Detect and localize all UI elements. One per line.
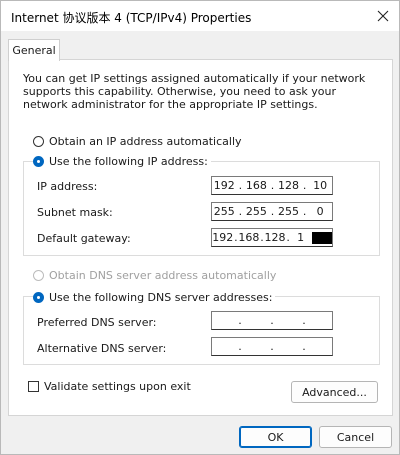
octet: 192 [212,231,234,244]
octet: 192 [213,179,235,192]
validate-label: Validate settings upon exit [44,380,191,393]
ip-address-label: IP address: [37,180,98,193]
intro-text: You can get IP settings assigned automat… [23,72,366,111]
close-button[interactable] [367,1,399,31]
ip-manual-label: Use the following IP address: [49,155,208,168]
dns-manual-label: Use the following DNS server addresses: [49,291,273,304]
radio-dot [33,156,44,167]
octet: 255 [213,205,235,218]
radio-dot [33,292,44,303]
octet: 255 [245,205,267,218]
validate-checkbox[interactable]: Validate settings upon exit [28,380,191,393]
octet: 255 [278,205,300,218]
close-icon [377,10,389,22]
octet: 10 [313,179,328,192]
radio-dot [33,136,44,147]
ip-auto-radio[interactable]: Obtain an IP address automatically [33,135,242,148]
ok-button[interactable]: OK [239,426,312,448]
dns-auto-label: Obtain DNS server address automatically [49,269,277,282]
tab-general[interactable]: General [8,39,60,61]
octet: 128 [264,231,286,244]
default-gateway-input[interactable]: 192. 168. 128. 1 [211,228,333,247]
octet: 168 [238,231,260,244]
alternative-dns-label: Alternative DNS server: [37,342,167,355]
checkbox-box [28,381,39,392]
window-title: Internet 协议版本 4 (TCP/IPv4) Properties [11,11,252,25]
general-panel: You can get IP settings assigned automat… [8,59,393,416]
octet: 168 [245,179,267,192]
octet: 0 [316,205,324,218]
alternative-dns-input[interactable]: . . . [211,337,333,356]
preferred-dns-label: Preferred DNS server: [37,316,157,329]
radio-dot [33,270,44,281]
octet: 128 [278,179,300,192]
title-bar: Internet 协议版本 4 (TCP/IPv4) Properties [1,1,399,31]
subnet-mask-input[interactable]: 255. 255. 255. 0 [211,202,333,221]
cancel-button[interactable]: Cancel [319,426,392,448]
ip-auto-label: Obtain an IP address automatically [49,135,242,148]
ip-manual-radio[interactable]: Use the following IP address: [33,155,211,168]
preferred-dns-input[interactable]: . . . [211,311,333,330]
subnet-mask-label: Subnet mask: [37,206,113,219]
dns-auto-radio[interactable]: Obtain DNS server address automatically [33,269,276,282]
ip-address-input[interactable]: 192. 168. 128. 10 [211,176,333,195]
default-gateway-label: Default gateway: [37,232,131,245]
text-caret [311,232,332,244]
octet: 1 [297,231,305,244]
advanced-button[interactable]: Advanced... [291,381,378,403]
properties-dialog: Internet 协议版本 4 (TCP/IPv4) Properties Ge… [0,0,400,455]
dns-manual-radio[interactable]: Use the following DNS server addresses: [33,291,276,304]
